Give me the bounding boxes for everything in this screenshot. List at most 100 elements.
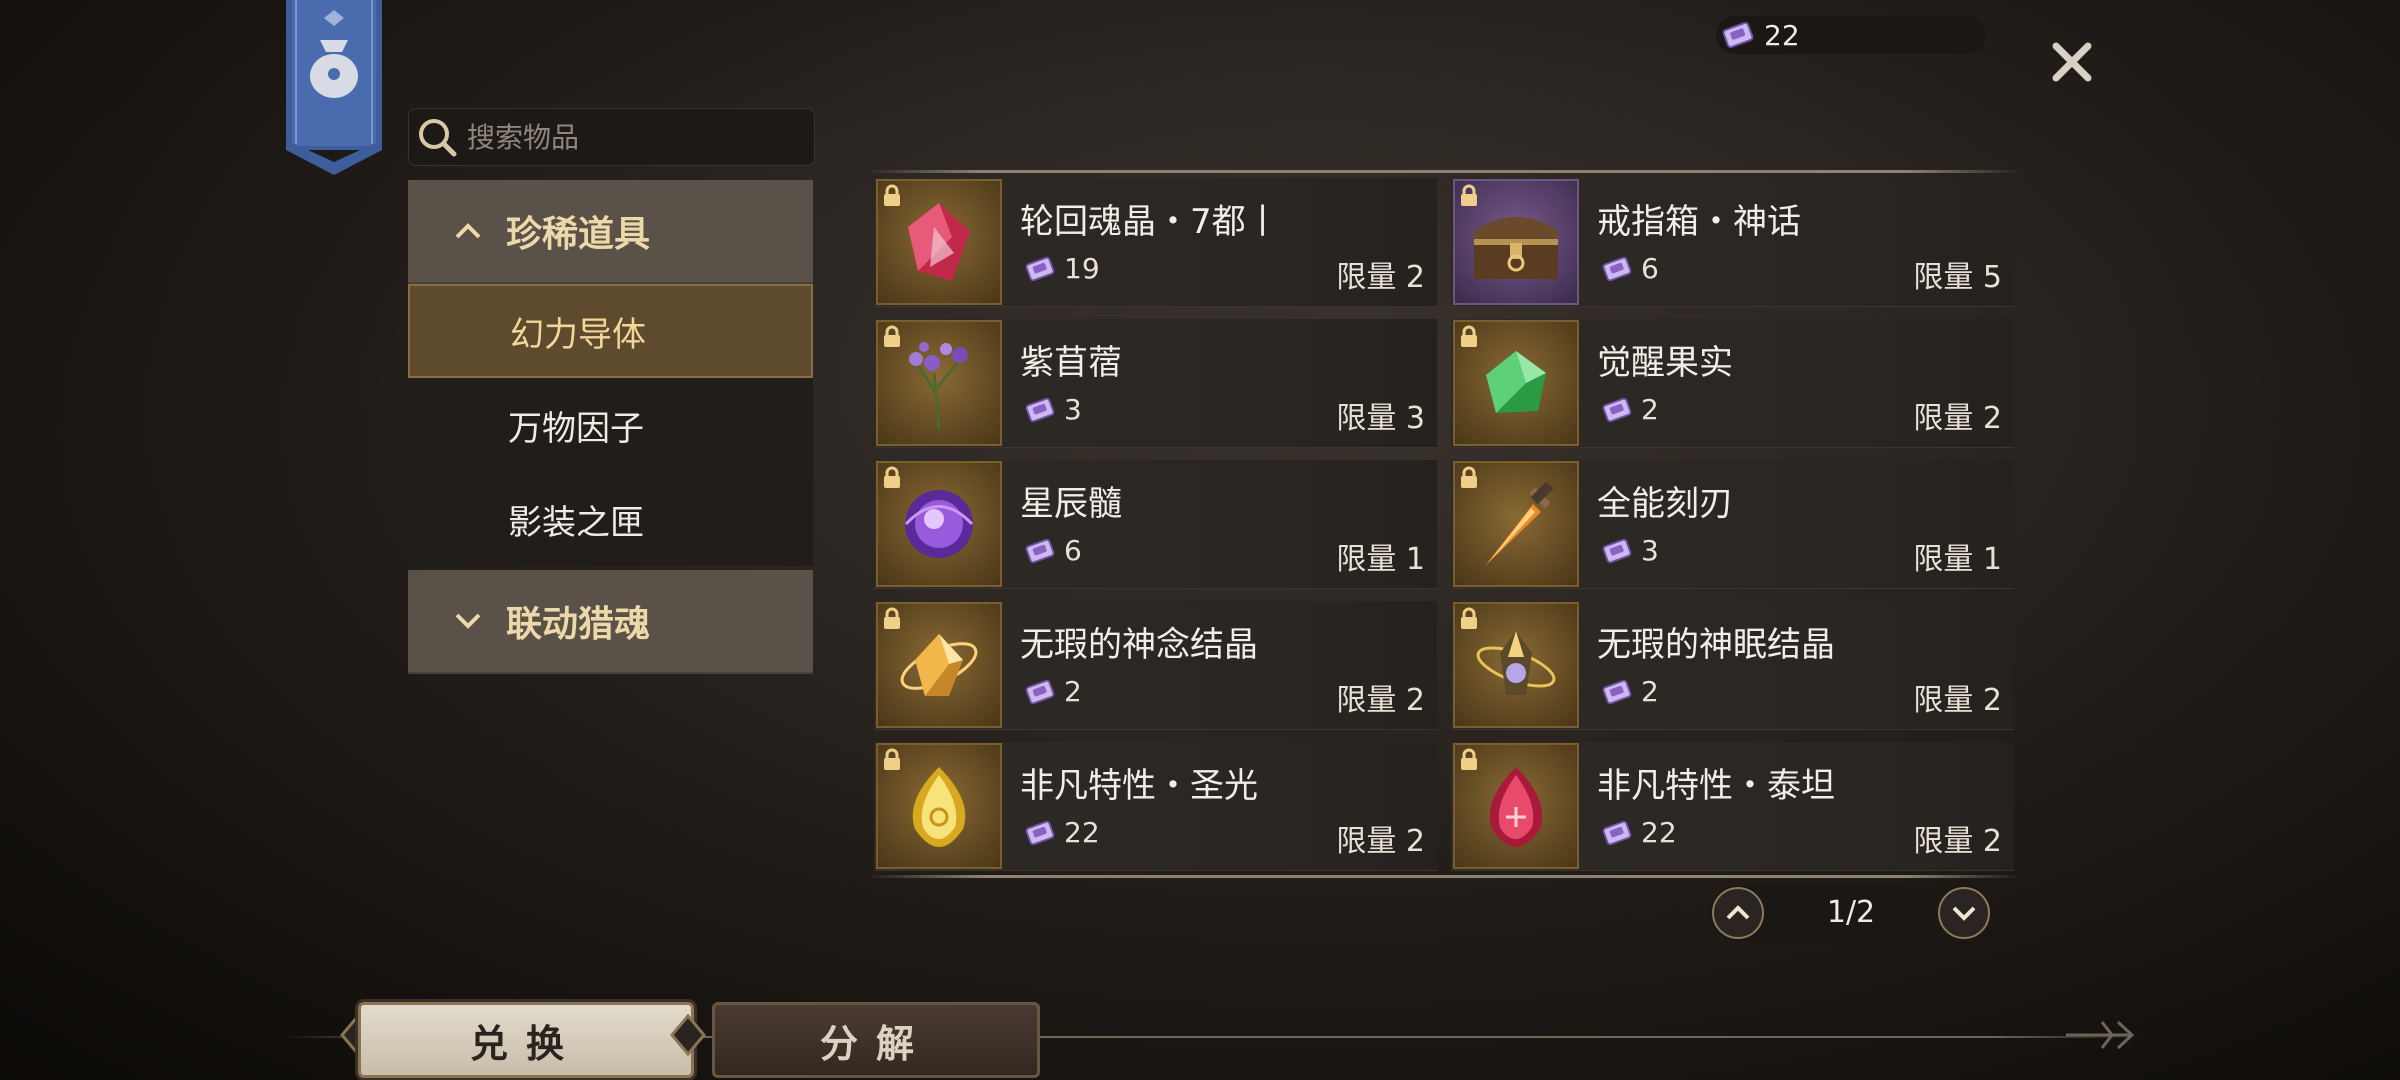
list-item[interactable]: 星辰髓 6 限量 1	[874, 460, 1437, 589]
purple-ticket-icon	[1020, 535, 1060, 567]
lock-icon	[884, 184, 900, 206]
search-bar[interactable]	[408, 108, 815, 166]
close-button[interactable]	[2046, 36, 2098, 88]
red-gem-icon	[1489, 767, 1543, 847]
arrow-ornament-icon	[2066, 1020, 2135, 1050]
item-cost-value: 3	[1064, 393, 1082, 426]
purple-ticket-icon	[1597, 817, 1637, 849]
sidebar-item-label: 幻力导体	[510, 314, 646, 355]
item-name: 觉醒果实	[1597, 343, 1733, 383]
sidebar-item-illusion-conductor[interactable]: 幻力导体	[408, 284, 813, 378]
item-cost: 3	[1020, 393, 1082, 426]
item-name: 无瑕的神眠结晶	[1597, 625, 1835, 665]
item-grid: 轮回魂晶・7都丨 19 限量 2 戒指箱・神话 6 限量 5 紫苜蓿 3 限量 …	[874, 178, 2014, 871]
item-cost-value: 6	[1064, 534, 1082, 567]
list-item[interactable]: 非凡特性・圣光 22 限量 2	[874, 742, 1437, 871]
purple-ticket-icon	[1597, 253, 1637, 285]
item-thumbnail	[1453, 179, 1579, 305]
list-item[interactable]: 全能刻刃 3 限量 1	[1451, 460, 2014, 589]
purple-ticket-icon	[1020, 676, 1060, 708]
purple-ticket-icon	[1597, 676, 1637, 708]
item-thumbnail	[1453, 320, 1579, 446]
lock-icon	[1461, 607, 1477, 629]
purple-ticket-icon	[1597, 394, 1637, 426]
list-item[interactable]: 非凡特性・泰坦 22 限量 2	[1451, 742, 2014, 871]
shop-banner	[286, 0, 382, 175]
chevron-down-icon	[454, 612, 484, 630]
category-rare-items[interactable]: 珍稀道具	[408, 180, 813, 284]
dagger-icon	[1485, 481, 1554, 566]
currency-display: 22	[1716, 16, 1986, 54]
tab-exchange[interactable]: 兑换	[358, 1002, 694, 1078]
item-thumbnail	[1453, 743, 1579, 869]
item-name: 非凡特性・泰坦	[1597, 766, 1835, 806]
tab-decompose[interactable]: 分解	[712, 1002, 1040, 1078]
pagination: 1/2	[1710, 885, 1992, 941]
item-limit: 限量 2	[1913, 683, 2002, 718]
item-cost-value: 3	[1641, 534, 1659, 567]
item-cost-value: 22	[1064, 816, 1100, 849]
list-item[interactable]: 紫苜蓿 3 限量 3	[874, 319, 1437, 448]
sidebar-item-universal-factor[interactable]: 万物因子	[408, 378, 813, 472]
close-icon	[2052, 42, 2092, 82]
item-limit: 限量 1	[1336, 542, 1425, 577]
item-name: 全能刻刃	[1597, 484, 1733, 524]
item-cost-value: 2	[1064, 675, 1082, 708]
item-cost: 6	[1597, 252, 1659, 285]
item-limit: 限量 1	[1913, 542, 2002, 577]
item-limit: 限量 2	[1336, 683, 1425, 718]
purple-flower-icon	[909, 342, 968, 430]
yellow-gem-icon	[912, 767, 966, 847]
item-cost-value: 6	[1641, 252, 1659, 285]
lock-icon	[884, 748, 900, 770]
item-cost: 22	[1597, 816, 1677, 849]
search-input[interactable]	[465, 119, 799, 155]
item-cost: 2	[1020, 675, 1082, 708]
list-item[interactable]: 轮回魂晶・7都丨 19 限量 2	[874, 178, 1437, 307]
chevron-up-icon	[454, 222, 484, 240]
purple-orb-icon	[904, 490, 974, 558]
sidebar-item-label: 影装之匣	[508, 502, 644, 543]
item-name: 戒指箱・神话	[1597, 202, 1801, 242]
item-limit: 限量 2	[1913, 824, 2002, 859]
lock-icon	[884, 325, 900, 347]
lock-icon	[884, 607, 900, 629]
item-thumbnail	[876, 602, 1002, 728]
golden-orb-crystal-icon	[1476, 631, 1556, 695]
item-thumbnail	[1453, 461, 1579, 587]
purple-ticket-icon	[1597, 535, 1637, 567]
lock-icon	[1461, 325, 1477, 347]
item-limit: 限量 5	[1913, 260, 2002, 295]
item-cost: 3	[1597, 534, 1659, 567]
category-sidebar: 珍稀道具 幻力导体 万物因子 影装之匣 联动猎魂	[408, 180, 813, 674]
item-limit: 限量 2	[1336, 260, 1425, 295]
list-item[interactable]: 戒指箱・神话 6 限量 5	[1451, 178, 2014, 307]
purple-ticket-icon	[1020, 253, 1060, 285]
item-cost: 6	[1020, 534, 1082, 567]
lock-icon	[1461, 748, 1477, 770]
lock-icon	[1461, 184, 1477, 206]
item-name: 非凡特性・圣光	[1020, 766, 1258, 806]
currency-amount: 22	[1764, 18, 1800, 52]
golden-crystal-icon	[900, 634, 978, 696]
divider	[866, 875, 2022, 878]
list-item[interactable]: 无瑕的神念结晶 2 限量 2	[874, 601, 1437, 730]
chevron-down-icon	[1952, 906, 1976, 921]
ornament-icon	[670, 1013, 706, 1057]
purple-ticket-icon	[1020, 394, 1060, 426]
list-item[interactable]: 觉醒果实 2 限量 2	[1451, 319, 2014, 448]
red-crystal-icon	[908, 203, 970, 281]
page-down-button[interactable]	[1938, 887, 1990, 939]
lock-icon	[1461, 466, 1477, 488]
item-limit: 限量 2	[1336, 824, 1425, 859]
category-collab-hunt[interactable]: 联动猎魂	[408, 570, 813, 674]
category-label: 联动猎魂	[506, 604, 651, 645]
item-name: 星辰髓	[1020, 484, 1122, 524]
lock-icon	[884, 466, 900, 488]
item-name: 紫苜蓿	[1020, 343, 1122, 383]
item-cost: 22	[1020, 816, 1100, 849]
sidebar-item-shadow-box[interactable]: 影装之匣	[408, 472, 813, 566]
purple-ticket-icon	[1716, 18, 1760, 52]
list-item[interactable]: 无瑕的神眠结晶 2 限量 2	[1451, 601, 2014, 730]
item-cost-value: 22	[1641, 816, 1677, 849]
